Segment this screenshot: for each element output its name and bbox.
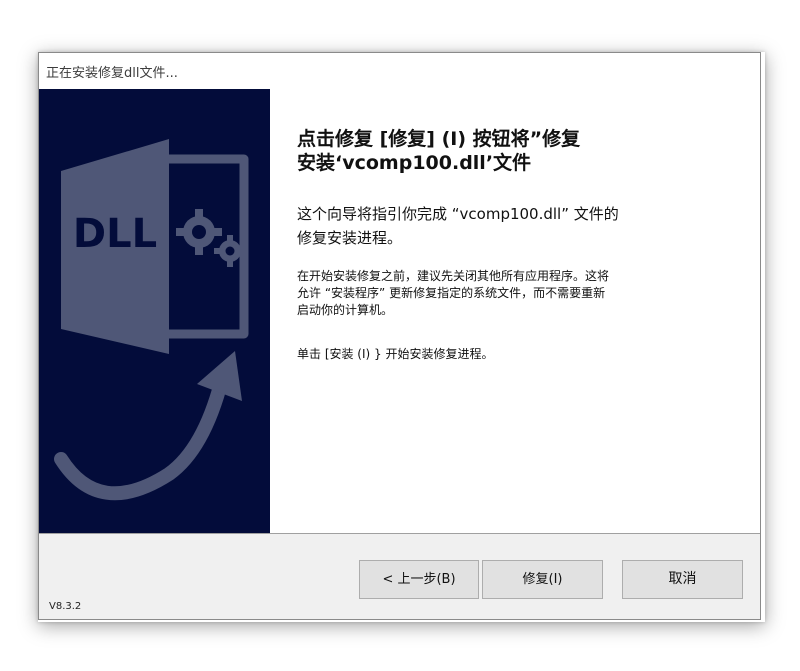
back-button[interactable]: < 上一步(B) <box>359 560 479 599</box>
sidebar-banner: DLL <box>39 89 270 533</box>
version-label: V8.3.2 <box>49 601 82 612</box>
intro-line: 这个向导将指引你完成 “vcomp100.dll” 文件的 <box>297 205 619 223</box>
warning-line: 启动你的计算机。 <box>297 303 394 317</box>
window-title: 正在安装修复dll文件... <box>46 66 178 81</box>
gear-icon <box>176 209 246 267</box>
warning-line: 在开始安装修复之前，建议先关闭其他所有应用程序。这将 <box>297 269 610 283</box>
intro-text: 这个向导将指引你完成 “vcomp100.dll” 文件的 修复安装进程。 <box>297 202 737 250</box>
click-instruction: 单击 [安装 (I) } 开始安装修复进程。 <box>297 347 494 361</box>
dll-label: DLL <box>73 211 157 257</box>
warning-line: 允许 “安装程序” 更新修复指定的系统文件，而不需要重新 <box>297 286 606 300</box>
heading-line: 安装‘vcomp100.dll’文件 <box>297 152 532 174</box>
cancel-button[interactable]: 取消 <box>622 560 743 599</box>
warning-text: 在开始安装修复之前，建议先关闭其他所有应用程序。这将 允许 “安装程序” 更新修… <box>297 268 737 319</box>
dll-file-illustration: DLL <box>54 139 249 501</box>
main-content: 点击修复 [修复] (I) 按钮将”修复 安装‘vcomp100.dll’文件 … <box>270 89 760 533</box>
arrow-icon <box>54 351 242 501</box>
intro-line: 修复安装进程。 <box>297 229 403 247</box>
installer-window: 正在安装修复dll文件... DLL 点击修复 [修复] (I) 按钮将”修复 … <box>38 52 761 620</box>
repair-button[interactable]: 修复(I) <box>482 560 603 599</box>
title-bar[interactable]: 正在安装修复dll文件... <box>39 53 760 89</box>
heading-line: 点击修复 [修复] (I) 按钮将”修复 <box>297 128 581 150</box>
page-heading: 点击修复 [修复] (I) 按钮将”修复 安装‘vcomp100.dll’文件 <box>297 127 737 175</box>
footer-bar: V8.3.2 < 上一步(B) 修复(I) 取消 <box>39 534 760 619</box>
